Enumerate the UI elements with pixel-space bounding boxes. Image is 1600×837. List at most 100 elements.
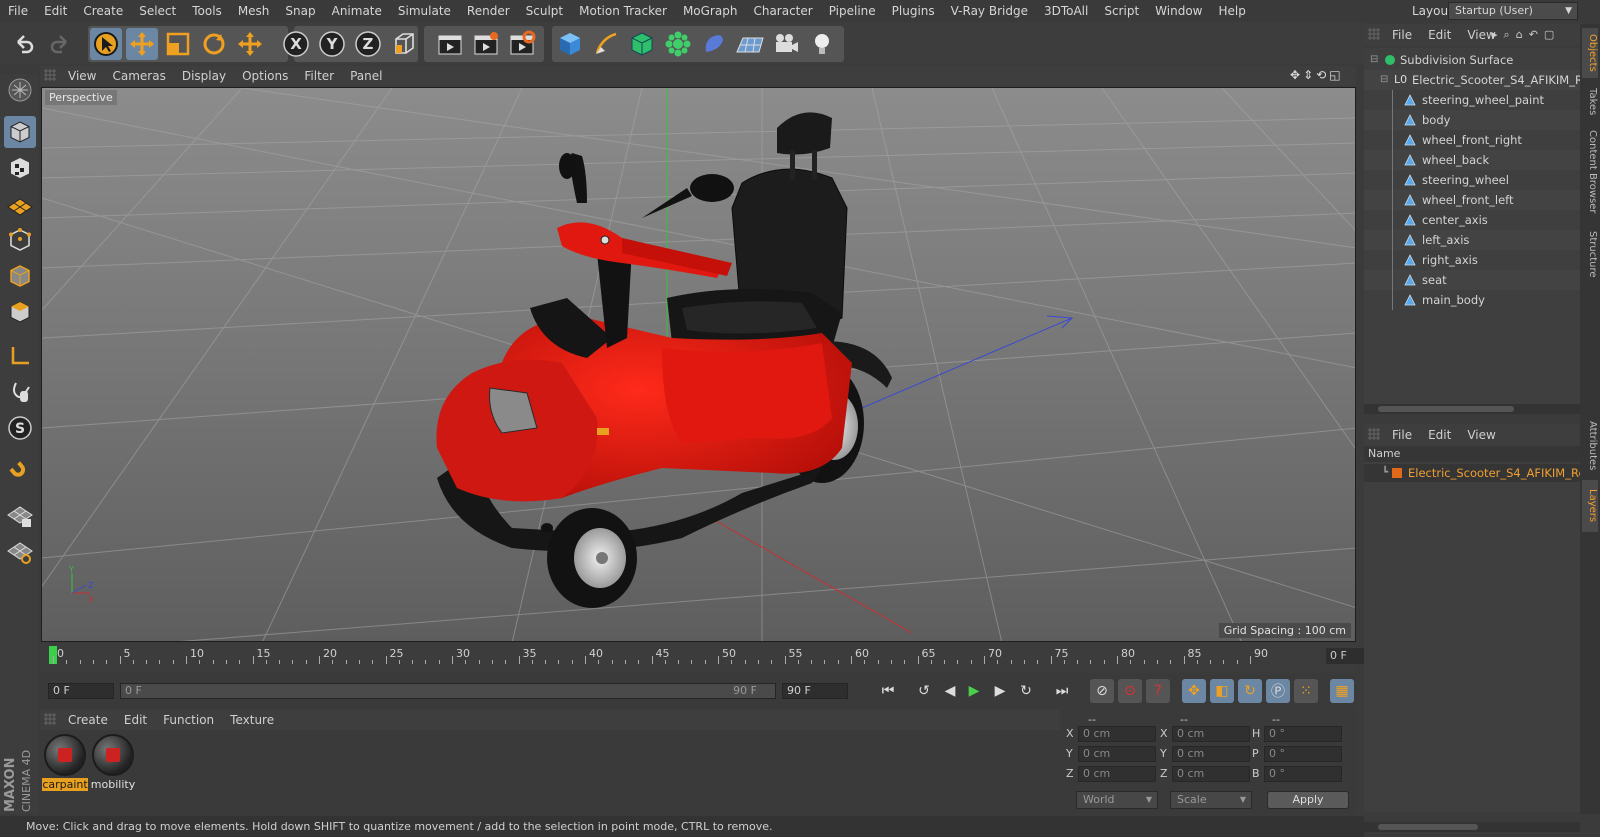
menu-file[interactable]: File — [0, 4, 36, 18]
side-tab-takes[interactable]: Takes — [1582, 82, 1598, 122]
menu-mesh[interactable]: Mesh — [230, 4, 278, 18]
menu-script[interactable]: Script — [1096, 4, 1147, 18]
object-row[interactable]: steering_wheel_paint — [1364, 90, 1580, 110]
previous-keyframe-icon[interactable]: ↺ — [912, 679, 936, 703]
menu-animate[interactable]: Animate — [324, 4, 390, 18]
next-keyframe-icon[interactable]: ↻ — [1014, 679, 1038, 703]
object-manager-scrollbar[interactable] — [1364, 404, 1580, 414]
menu-edit[interactable]: Edit — [36, 4, 75, 18]
arrow-right-icon[interactable]: ▸ — [1492, 28, 1498, 44]
object-row[interactable]: center_axis — [1364, 210, 1580, 230]
axis-mode-icon[interactable] — [4, 340, 36, 372]
undo-icon[interactable] — [8, 28, 40, 60]
coord-value-field[interactable]: 0 cm — [1172, 746, 1250, 762]
redo-icon[interactable] — [44, 28, 76, 60]
viewport-menu-display[interactable]: Display — [174, 69, 234, 83]
material-swatch[interactable]: mobility — [90, 732, 136, 791]
key-rotation-icon[interactable]: ↻ — [1238, 679, 1262, 703]
record-active-icon[interactable]: ⊘ — [1090, 679, 1114, 703]
pen-icon[interactable] — [590, 28, 622, 60]
coord-value-field[interactable]: 0 cm — [1078, 766, 1156, 782]
render-view-icon[interactable] — [434, 28, 466, 60]
search-icon[interactable]: ⌕ — [1504, 28, 1510, 44]
key-point-icon[interactable]: ⁙ — [1294, 679, 1318, 703]
coordinate-system-icon[interactable] — [388, 28, 420, 60]
play-icon[interactable]: ▶ — [962, 679, 986, 703]
menu-snap[interactable]: Snap — [277, 4, 323, 18]
window-icon[interactable]: ▢ — [1544, 28, 1554, 44]
rotate-view-icon[interactable]: ⟲ — [1316, 68, 1326, 84]
pan-view-icon[interactable]: ✥ — [1290, 68, 1300, 84]
go-to-end-icon[interactable]: ⏭ — [1050, 679, 1074, 703]
coord-value-field[interactable]: 0 cm — [1078, 746, 1156, 762]
object-menu-file[interactable]: File — [1384, 28, 1420, 42]
deformer-icon[interactable] — [698, 28, 730, 60]
object-row[interactable]: right_axis — [1364, 250, 1580, 270]
side-tab-objects[interactable]: Objects — [1582, 28, 1598, 78]
coord-value-field[interactable]: 0 ° — [1264, 746, 1342, 762]
y-axis-icon[interactable]: Y — [316, 28, 348, 60]
coord-value-field[interactable]: 0 cm — [1172, 766, 1250, 782]
menu-mograph[interactable]: MoGraph — [675, 4, 746, 18]
object-row[interactable]: steering_wheel — [1364, 170, 1580, 190]
viewport-camera-label[interactable]: Perspective — [45, 90, 117, 105]
layer-menu-view[interactable]: View — [1459, 428, 1503, 442]
material-menu-edit[interactable]: Edit — [116, 713, 155, 727]
next-frame-icon[interactable]: ▶ — [988, 679, 1012, 703]
menu-sculpt[interactable]: Sculpt — [518, 4, 571, 18]
cube-icon[interactable] — [554, 28, 586, 60]
recent-tool-icon[interactable] — [234, 28, 266, 60]
timeline-ruler[interactable]: 0 5 10 15 20 25 30 35 40 45 50 55 60 65 70 75 80 85 90 0 F — [40, 644, 1394, 672]
object-row[interactable]: wheel_front_right — [1364, 130, 1580, 150]
viewport-menu-cameras[interactable]: Cameras — [104, 69, 173, 83]
viewport-menu-view[interactable]: View — [60, 69, 104, 83]
light-icon[interactable] — [806, 28, 838, 60]
object-row[interactable]: body — [1364, 110, 1580, 130]
material-menu-create[interactable]: Create — [60, 713, 116, 727]
menu-simulate[interactable]: Simulate — [390, 4, 459, 18]
menu-render[interactable]: Render — [459, 4, 518, 18]
material-swatch[interactable]: carpaint — [42, 732, 88, 791]
x-axis-icon[interactable]: X — [280, 28, 312, 60]
back-icon[interactable]: ↶ — [1529, 28, 1538, 44]
apply-button[interactable]: Apply — [1267, 791, 1349, 809]
render-picture-viewer-icon[interactable] — [470, 28, 502, 60]
model-mode-icon[interactable] — [4, 74, 36, 106]
previous-frame-icon[interactable]: ◀ — [938, 679, 962, 703]
menu-window[interactable]: Window — [1147, 4, 1210, 18]
key-parameter-icon[interactable]: Ⓟ — [1266, 679, 1290, 703]
side-tab-structure[interactable]: Structure — [1582, 224, 1598, 284]
maximize-view-icon[interactable]: ◱ — [1329, 68, 1340, 84]
texture-mode-icon[interactable] — [4, 152, 36, 184]
polygons-mode-icon[interactable] — [4, 296, 36, 328]
camera-icon[interactable] — [770, 28, 802, 60]
menu-pipeline[interactable]: Pipeline — [821, 4, 884, 18]
home-icon[interactable]: ⌂ — [1516, 28, 1523, 44]
object-row-group[interactable]: ⊟ L0 Electric_Scooter_S4_AFIKIM_Red — [1364, 70, 1597, 90]
key-scale-icon[interactable]: ◧ — [1210, 679, 1234, 703]
object-row[interactable]: wheel_front_left — [1364, 190, 1580, 210]
layer-manager-scrollbar[interactable] — [1364, 822, 1580, 832]
layer-row[interactable]: ┗ Electric_Scooter_S4_AFIKIM_Red — [1364, 464, 1593, 482]
menu-help[interactable]: Help — [1210, 4, 1253, 18]
perspective-viewport[interactable]: Y Z X Perspective Grid Spacing : 100 cm — [41, 87, 1356, 642]
menu-tools[interactable]: Tools — [184, 4, 230, 18]
side-tab-content-browser[interactable]: Content Browser — [1582, 126, 1598, 218]
menu-select[interactable]: Select — [131, 4, 184, 18]
object-mode-icon[interactable] — [4, 116, 36, 148]
coord-value-field[interactable]: 0 ° — [1264, 766, 1342, 782]
floor-icon[interactable] — [734, 28, 766, 60]
object-menu-edit[interactable]: Edit — [1420, 28, 1459, 42]
autokey-icon[interactable]: ⊙ — [1118, 679, 1142, 703]
side-tab-attributes[interactable]: Attributes — [1582, 416, 1598, 476]
tweak-mode-icon[interactable] — [4, 376, 36, 408]
menu-plugins[interactable]: Plugins — [884, 4, 943, 18]
coord-value-field[interactable]: 0 ° — [1264, 726, 1342, 742]
viewport-menu-panel[interactable]: Panel — [342, 69, 390, 83]
magnet-icon[interactable] — [4, 456, 36, 488]
scale-icon[interactable] — [162, 28, 194, 60]
menu-v-ray-bridge[interactable]: V-Ray Bridge — [943, 4, 1036, 18]
viewport-menu-options[interactable]: Options — [234, 69, 296, 83]
snap-icon[interactable]: S — [4, 412, 36, 444]
points-mode-icon[interactable] — [4, 224, 36, 256]
